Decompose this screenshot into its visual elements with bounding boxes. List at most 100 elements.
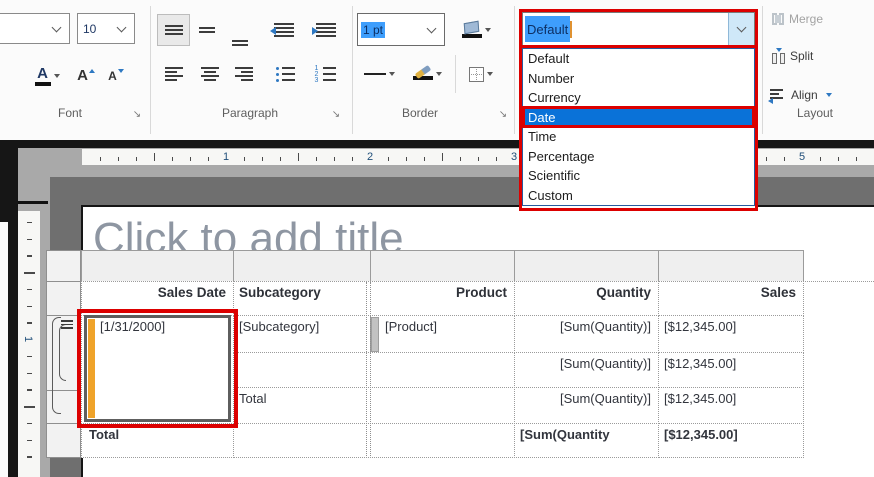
chevron-down-icon — [427, 23, 437, 33]
bullet-list-button[interactable] — [266, 57, 304, 91]
table-cell[interactable]: [$12,345.00] — [658, 352, 804, 388]
border-group-label: Border — [360, 106, 480, 120]
table-cell[interactable]: Quantity — [514, 281, 659, 316]
fill-color-button[interactable] — [452, 13, 500, 47]
numbered-list-button[interactable]: 1 2 3 — [306, 57, 344, 91]
table-cell[interactable]: [Subcategory] — [233, 315, 371, 353]
number-format-combo[interactable]: Default — [522, 12, 755, 46]
font-family-select[interactable] — [0, 13, 70, 44]
ruler-tick — [316, 157, 317, 161]
dropdown-option-scientific[interactable]: Scientific — [523, 166, 754, 186]
selection-handle-bar[interactable] — [88, 319, 95, 418]
group-bracket-inner — [59, 324, 66, 381]
caret-down-icon — [826, 93, 832, 97]
ruler-tick — [298, 153, 299, 161]
row-handle[interactable] — [46, 250, 81, 282]
dropdown-option-currency[interactable]: Currency — [523, 88, 754, 108]
column-handle[interactable] — [81, 250, 234, 282]
border-width-select[interactable]: 1 pt — [357, 13, 445, 46]
group-separator — [514, 6, 515, 134]
ruler-number: 5 — [799, 151, 805, 163]
split-button[interactable]: Split — [772, 48, 813, 64]
layout-group-label: Layout — [760, 106, 870, 120]
table-cell[interactable]: [Sum(Quantity)] — [514, 352, 659, 388]
ruler-number: 3 — [511, 151, 517, 163]
ruler-tick — [172, 157, 173, 161]
decrease-indent-button[interactable] — [264, 14, 304, 46]
column-divider-dots — [366, 282, 371, 456]
table-cell[interactable] — [370, 423, 515, 458]
vertical-align-middle-button[interactable] — [191, 14, 223, 46]
number-format-dropdown-button[interactable] — [728, 13, 754, 45]
align-left-icon — [165, 67, 183, 81]
increase-indent-button[interactable] — [306, 14, 346, 46]
dropdown-option-number[interactable]: Number — [523, 69, 754, 89]
chevron-down-icon — [52, 22, 62, 32]
vertical-align-top-button[interactable] — [157, 14, 190, 46]
align-left-button[interactable] — [157, 57, 191, 91]
font-dialog-launcher[interactable]: ↘ — [131, 109, 143, 121]
table-cell[interactable] — [233, 352, 371, 388]
align-right-button[interactable] — [227, 57, 261, 91]
table-cell[interactable] — [370, 387, 515, 424]
borders-button[interactable] — [458, 57, 504, 91]
table-cell[interactable]: [$12,345.00] — [658, 315, 804, 353]
column-handle[interactable] — [658, 250, 804, 282]
ruler-tick — [460, 157, 461, 161]
align-label: Align — [791, 88, 818, 102]
border-dialog-launcher[interactable]: ↘ — [497, 109, 509, 121]
merge-label: Merge — [789, 12, 823, 26]
align-button[interactable]: Align — [770, 88, 832, 102]
merge-button[interactable]: Merge — [772, 12, 823, 26]
dropdown-option-date[interactable]: Date — [523, 108, 754, 128]
ruler-tick — [766, 157, 767, 161]
text-caret — [570, 21, 572, 38]
table-cell[interactable]: Subcategory — [233, 281, 371, 316]
table-cell[interactable]: [Sum(Quantity)] — [514, 315, 659, 353]
table-cell[interactable]: [Sum(Quantity)] — [514, 387, 659, 424]
border-style-button[interactable] — [357, 57, 401, 91]
shrink-font-button[interactable]: A — [102, 58, 130, 94]
table-cell[interactable]: Total — [81, 423, 234, 458]
table-cell[interactable]: Sales — [658, 281, 804, 316]
table-cell[interactable]: [$12,345.00] — [658, 423, 804, 458]
dropdown-option-custom[interactable]: Custom — [523, 186, 754, 206]
column-handle[interactable] — [514, 250, 659, 282]
paint-bucket-icon — [462, 22, 482, 38]
dropdown-option-default[interactable]: Default — [523, 49, 754, 69]
caret-up-icon — [89, 69, 95, 73]
vertical-align-bottom-button[interactable] — [224, 20, 256, 46]
column-handle[interactable] — [233, 250, 371, 282]
ruler-tick — [262, 157, 263, 161]
font-size-select[interactable]: 10 — [77, 13, 135, 44]
dropdown-option-percentage[interactable]: Percentage — [523, 147, 754, 167]
numbered-list-icon: 1 2 3 — [315, 66, 336, 83]
row-handle[interactable] — [46, 423, 81, 458]
table-cell[interactable] — [233, 423, 371, 458]
table-cell[interactable]: [$12,345.00] — [658, 387, 804, 424]
table-cell[interactable]: [Product] — [370, 315, 515, 353]
table-cell[interactable]: Product — [370, 281, 515, 316]
row-handle[interactable] — [46, 281, 81, 316]
table-cell[interactable]: Total — [233, 387, 371, 424]
paragraph-dialog-launcher[interactable]: ↘ — [330, 109, 342, 121]
table-cell[interactable] — [370, 352, 515, 388]
column-handle[interactable] — [370, 250, 515, 282]
dropdown-annotation-box: DefaultNumberCurrencyDateTimePercentageS… — [519, 45, 758, 211]
font-color-icon: A — [35, 67, 51, 86]
table-cell[interactable]: [Sum(Quantity — [514, 423, 659, 458]
caret-down-icon — [54, 74, 60, 78]
border-color-button[interactable] — [403, 57, 451, 91]
ruler-tick — [27, 306, 32, 308]
product-cell-handle[interactable] — [371, 317, 379, 352]
grow-font-button[interactable]: A — [72, 58, 100, 94]
dropdown-option-time[interactable]: Time — [523, 127, 754, 147]
caret-down-icon — [389, 72, 395, 76]
ruler-tick — [478, 157, 479, 161]
font-color-button[interactable]: A — [26, 58, 68, 94]
increase-indent-icon — [316, 23, 336, 37]
button-separator — [455, 55, 456, 93]
align-center-button[interactable] — [193, 57, 226, 91]
ruler-tick — [838, 157, 839, 161]
ruler-tick — [27, 373, 32, 375]
